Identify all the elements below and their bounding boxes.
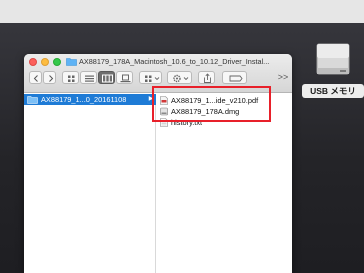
drive-label: USB メモリ <box>302 84 364 98</box>
window-title: AX88179_178A_Macintosh_10.6_to_10.12_Dri… <box>79 57 270 66</box>
column-view-button[interactable] <box>98 71 115 84</box>
columns-icon <box>102 74 113 83</box>
icon-view-button[interactable] <box>62 71 79 84</box>
icon-grid-icon <box>68 75 75 82</box>
close-button[interactable] <box>29 58 37 66</box>
tags-button[interactable] <box>222 71 247 84</box>
zoom-button[interactable] <box>53 58 61 66</box>
folder-row-selected[interactable]: AX88179_1...0_20161108 ▶ <box>24 94 156 105</box>
cover-flow-icon <box>120 74 131 83</box>
toolbar-overflow-button[interactable]: >> <box>276 70 290 84</box>
folder-icon <box>27 96 38 104</box>
share-button[interactable] <box>198 71 215 84</box>
chevron-left-icon <box>33 75 38 82</box>
arrange-button[interactable] <box>139 71 162 84</box>
forward-button[interactable] <box>43 71 56 84</box>
gear-icon <box>173 74 189 83</box>
list-icon <box>85 75 94 82</box>
folder-icon <box>66 58 77 66</box>
list-view-button[interactable] <box>80 71 97 84</box>
gallery-view-button[interactable] <box>116 71 133 84</box>
column-parent: AX88179_1...0_20161108 ▶ <box>24 94 156 273</box>
minimize-button[interactable] <box>41 58 49 66</box>
action-button[interactable] <box>167 71 192 84</box>
menu-bar <box>0 0 364 23</box>
chevron-right-icon <box>49 75 54 82</box>
usb-drive[interactable]: USB メモリ <box>302 40 364 102</box>
back-button[interactable] <box>29 71 42 84</box>
annotation-highlight-box <box>152 86 271 122</box>
share-icon <box>204 73 211 83</box>
folder-name: AX88179_1...0_20161108 <box>41 95 127 104</box>
tag-icon <box>229 75 243 82</box>
external-drive-icon <box>316 43 350 75</box>
arrange-grid-icon <box>145 75 160 82</box>
